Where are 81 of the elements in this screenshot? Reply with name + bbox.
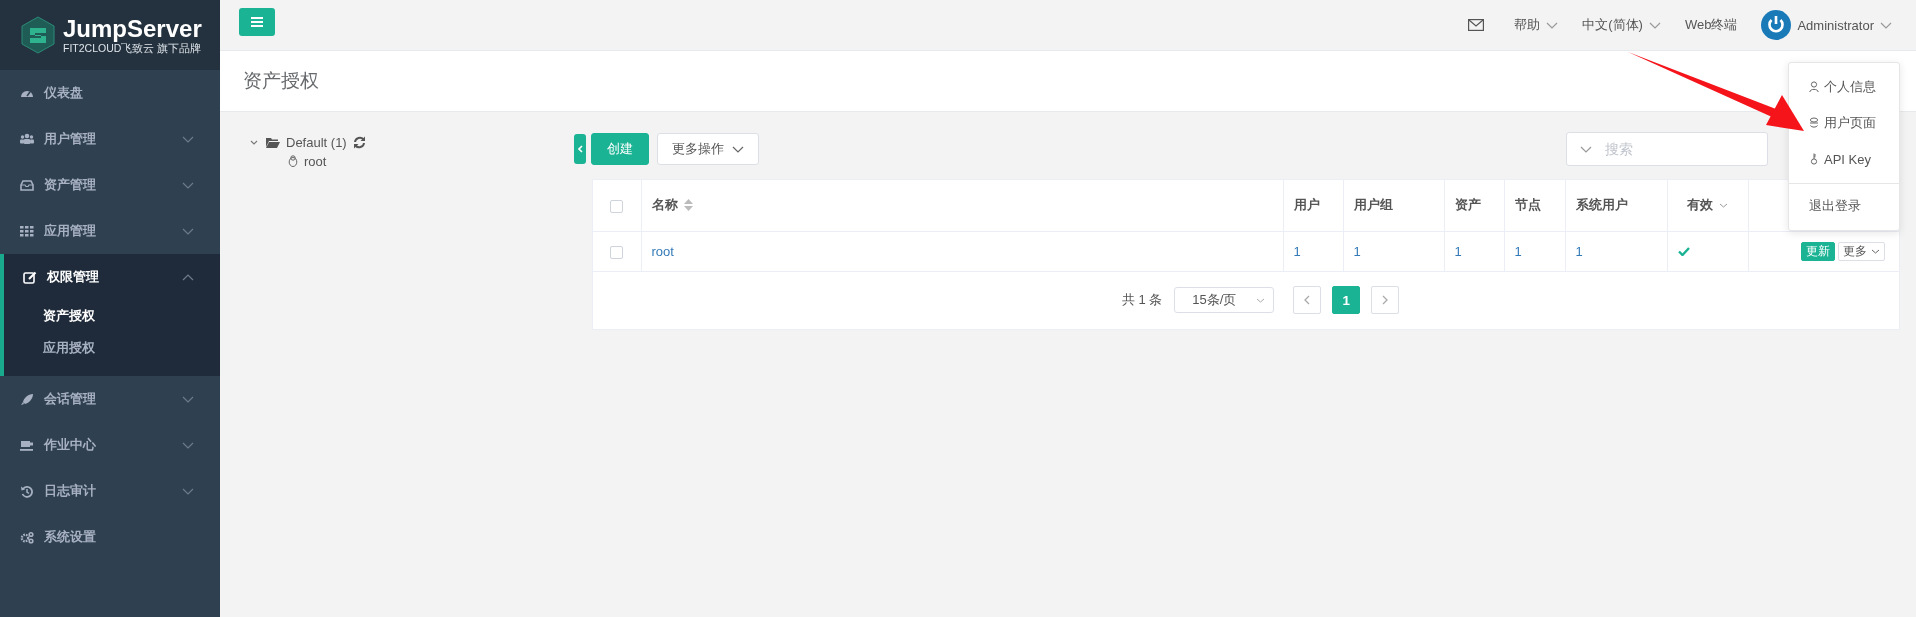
more-button[interactable]: 更多 — [1838, 241, 1885, 261]
menu-button[interactable] — [239, 8, 275, 36]
cup-icon — [20, 438, 34, 452]
sidebar-item[interactable]: 应用管理 — [0, 208, 220, 254]
dropdown-item[interactable]: 退出登录 — [1789, 188, 1899, 224]
chevron-down-icon — [1880, 21, 1892, 29]
chevron-right-icon — [1382, 295, 1389, 305]
dropdown-item[interactable]: API Key — [1789, 141, 1899, 177]
brand-tagline: FIT2CLOUD飞致云 旗下品牌 — [63, 41, 202, 55]
collapse-tab[interactable] — [574, 134, 586, 164]
page-button[interactable]: 1 — [1332, 286, 1361, 314]
chevron-down-icon — [1256, 297, 1266, 303]
avatar-icon — [1761, 10, 1792, 40]
user-icon — [1809, 81, 1819, 93]
folder-icon — [266, 136, 280, 148]
column-header: 用户组 — [1353, 196, 1393, 215]
chevron-left-icon — [577, 145, 583, 153]
top-link[interactable]: Web终端 — [1684, 16, 1738, 34]
chevron-down-icon — [1648, 21, 1661, 29]
count-link[interactable]: 1 — [1293, 243, 1301, 259]
checkbox[interactable] — [610, 245, 624, 259]
sidebar-item[interactable]: 权限管理 — [4, 254, 220, 300]
checkbox[interactable] — [610, 199, 624, 213]
column-header: 名称 — [651, 196, 678, 215]
brand-name: JumpServer — [63, 15, 202, 42]
submenu-item[interactable]: 资产授权 — [4, 300, 220, 332]
history-icon — [20, 484, 34, 498]
gears-icon — [20, 530, 34, 544]
chevron-up-icon — [182, 273, 194, 281]
column-header: 系统用户 — [1575, 196, 1628, 215]
sidebar-item[interactable]: 仪表盘 — [0, 70, 220, 116]
column-header: 有效 — [1687, 196, 1713, 215]
count-link[interactable]: 1 — [1353, 243, 1361, 259]
chevron-down-icon — [1719, 202, 1728, 208]
total-count: 共 1 条 — [1121, 291, 1163, 309]
count-link[interactable]: 1 — [1454, 243, 1462, 259]
dropdown-link[interactable]: 中文(简体) — [1582, 16, 1661, 34]
sidebar-item[interactable]: 日志审计 — [0, 468, 220, 514]
tree-node-label[interactable]: Default (1) — [286, 134, 347, 150]
sidebar-item[interactable]: 用户管理 — [0, 116, 220, 162]
menu-icon — [251, 17, 263, 27]
search-field[interactable]: 搜索 — [1566, 132, 1768, 166]
users-icon — [20, 132, 34, 146]
tree-node-label[interactable]: root — [304, 153, 327, 169]
chevron-down-icon — [732, 145, 744, 153]
sidebar-item[interactable]: 作业中心 — [0, 422, 220, 468]
edit-icon — [23, 270, 37, 284]
dropdown-link[interactable]: 帮助 — [1514, 16, 1559, 34]
logo-icon — [21, 16, 55, 54]
tray-icon — [20, 178, 34, 192]
column-header: 用户 — [1293, 196, 1320, 215]
column-header: 节点 — [1514, 196, 1541, 215]
submenu-item[interactable]: 应用授权 — [4, 332, 220, 364]
previous-page-button[interactable] — [1293, 286, 1322, 314]
count-link[interactable]: 1 — [1575, 243, 1583, 259]
user-menu[interactable]: Administrator — [1761, 10, 1892, 40]
page-size-select[interactable]: 15条/页 — [1174, 287, 1275, 313]
chevron-left-icon — [1304, 295, 1311, 305]
page-title: 资产授权 — [243, 69, 319, 93]
refresh-icon — [352, 135, 366, 149]
next-page-button[interactable] — [1371, 286, 1400, 314]
sort-icon — [683, 199, 693, 212]
dropdown-item[interactable]: 用户页面 — [1789, 105, 1899, 141]
key-icon — [1809, 153, 1819, 165]
name-link[interactable]: root — [651, 243, 674, 259]
update-button[interactable]: 更新 — [1801, 241, 1835, 261]
chevron-down-icon — [1580, 146, 1592, 153]
layers-icon — [1809, 117, 1819, 129]
more-actions-button[interactable]: 更多操作 — [657, 133, 759, 165]
mail-button[interactable] — [1468, 19, 1485, 31]
dropdown-item[interactable]: 个人信息 — [1789, 69, 1899, 105]
sidebar-item[interactable]: 系统设置 — [0, 514, 220, 560]
chevron-down-icon — [1546, 21, 1559, 29]
chevron-down-icon — [1871, 248, 1880, 254]
sidebar-item[interactable]: 会话管理 — [0, 376, 220, 422]
count-link[interactable]: 1 — [1514, 243, 1522, 259]
sidebar-item[interactable]: 资产管理 — [0, 162, 220, 208]
column-header: 资产 — [1454, 196, 1481, 215]
mail-icon — [1468, 19, 1485, 31]
grid-icon — [20, 224, 34, 238]
create-button[interactable]: 创建 — [591, 133, 649, 165]
